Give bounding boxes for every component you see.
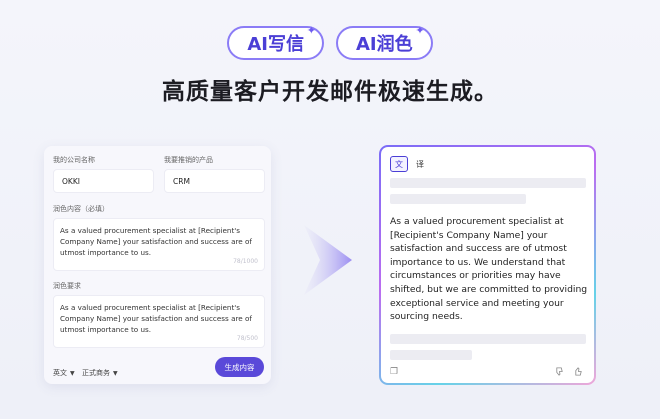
polish-content-textarea[interactable]: As a valued procurement specialist at [R… [53,218,265,271]
thumbs-down-icon[interactable] [555,367,564,379]
product-input[interactable]: CRM [164,169,265,193]
skeleton-line [390,194,526,204]
polish-content-label: 润色内容（必填） [53,205,109,213]
ai-polish-pill: AI润色 ✦ [336,24,433,60]
tone-value: 正式商务 [82,369,110,377]
skeleton-line [390,178,586,188]
result-tabs: 文 译 [390,156,429,172]
generate-button[interactable]: 生成内容 [215,357,264,377]
chevron-down-icon: ▼ [70,369,75,377]
skeleton-line [390,350,472,360]
polish-char-count: 78/1000 [233,258,258,265]
sparkle-icon: ✦ [415,24,425,37]
polish-content-text: As a valued procurement specialist at [R… [60,226,252,257]
requirement-textarea[interactable]: As a valued procurement specialist at [R… [53,295,265,348]
skeleton-line [390,334,586,344]
requirement-char-count: 78/500 [236,335,258,342]
language-select[interactable]: 英文 ▼ [53,368,75,378]
result-card: 文 译 As a valued procurement specialist a… [381,147,594,383]
sparkle-icon: ✦ [306,24,316,37]
headline: 高质量客户开发邮件极速生成。 [162,79,498,105]
language-value: 英文 [53,369,67,377]
arrow-right-icon [304,225,352,295]
result-text: As a valued procurement specialist at [R… [390,216,588,323]
requirement-text: As a valued procurement specialist at [R… [60,303,252,334]
tone-select[interactable]: 正式商务 ▼ [82,368,118,378]
ai-write-label: AI写信 [247,34,304,55]
copy-icon[interactable]: ❐ [390,367,398,377]
tab-translate[interactable]: 译 [411,156,429,172]
requirement-label: 润色要求 [53,282,81,290]
tab-original[interactable]: 文 [390,156,408,172]
thumbs-up-icon[interactable] [574,367,583,379]
company-name-label: 我的公司名称 [53,156,95,164]
polish-form: 我的公司名称 OKKI 我要推销的产品 CRM 润色内容（必填） As a va… [44,146,271,384]
feature-pills: AI写信 ✦ AI润色 ✦ [0,24,660,60]
ai-write-pill: AI写信 ✦ [227,24,324,60]
product-label: 我要推销的产品 [164,156,213,164]
result-panel: 文 译 As a valued procurement specialist a… [379,145,596,385]
chevron-down-icon: ▼ [113,369,118,377]
ai-polish-label: AI润色 [356,34,413,55]
company-name-input[interactable]: OKKI [53,169,154,193]
